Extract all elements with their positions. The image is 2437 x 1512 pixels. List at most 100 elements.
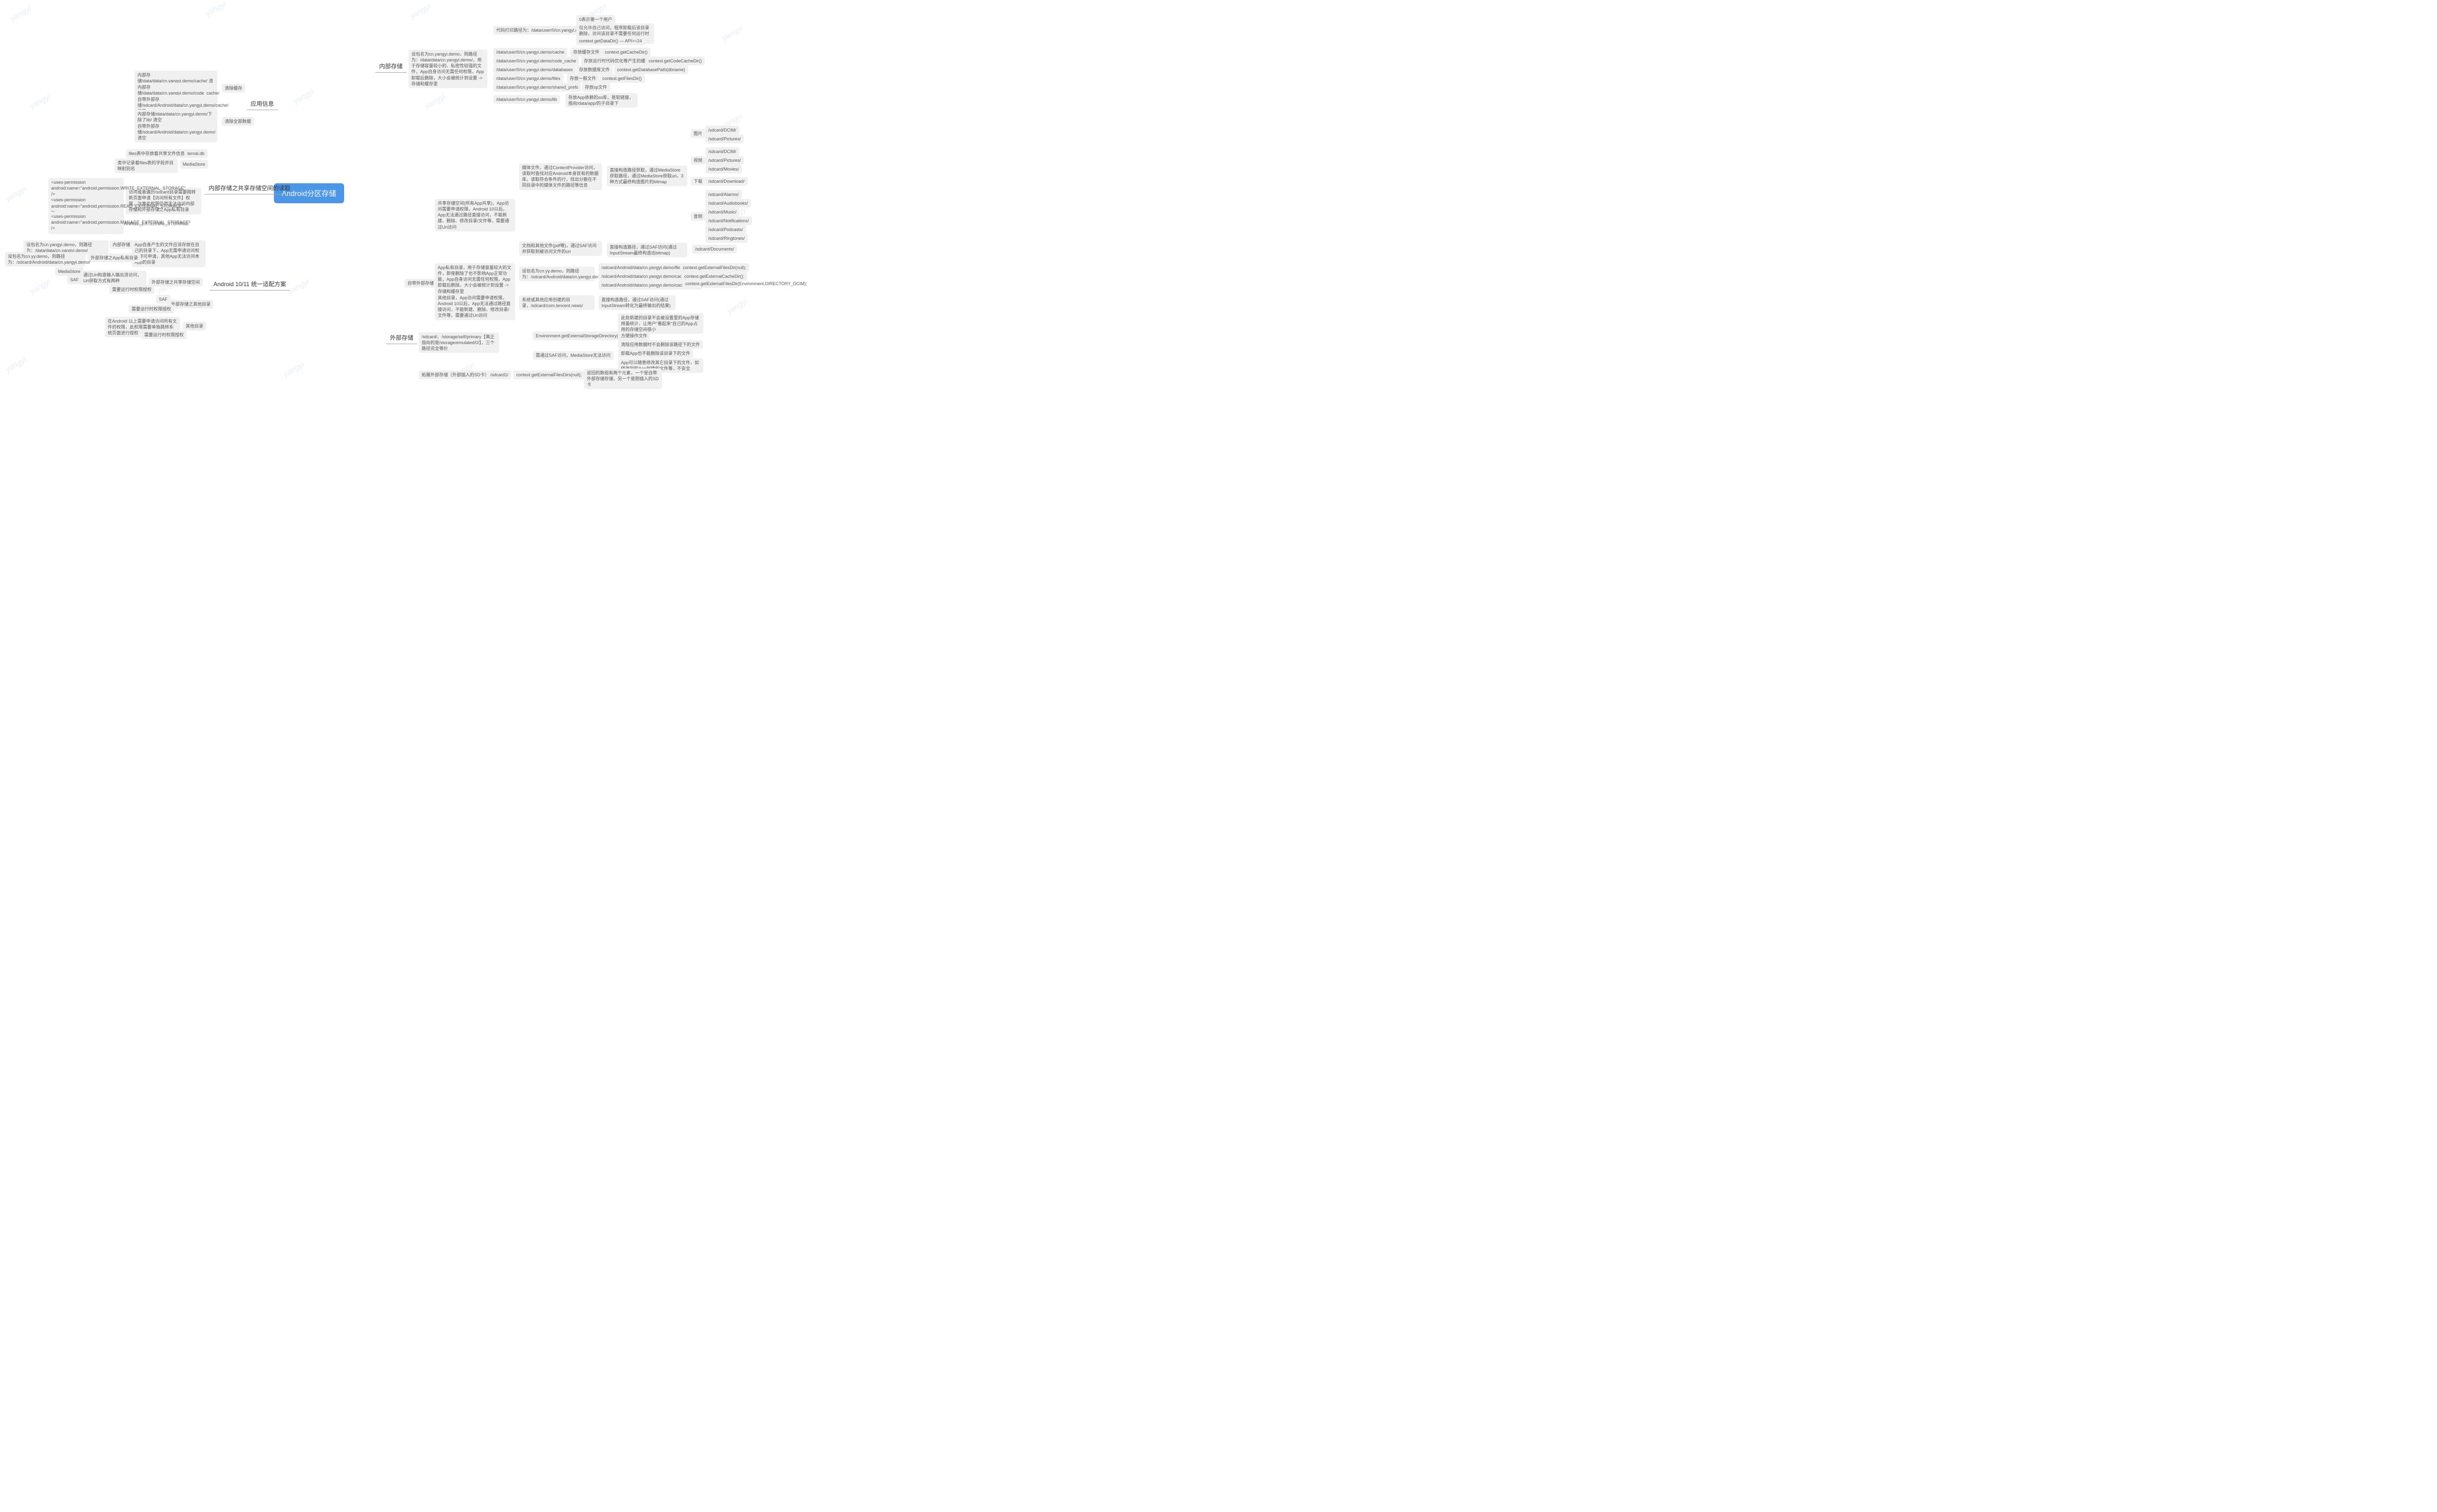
leaf: /sdcard/DCIM/	[705, 126, 739, 135]
leaf: App私有目录，用于存储容量较大的文件，即使删除了也不影响App正常功能，App…	[435, 263, 515, 296]
leaf: 方便操作文件	[618, 331, 650, 340]
leaf: 通过Uri构造输入输出流访问，Uri获取方式有两种	[80, 271, 146, 285]
branch-external[interactable]: 外部存储	[386, 331, 417, 344]
edge-layer	[0, 0, 146, 73]
leaf: /data/user/0/cn.yangyi.demo/files	[493, 74, 563, 83]
leaf: 媒体文件，通过ContentProvider访问，读取时查找对应Android本…	[519, 163, 602, 190]
leaf: context.getExternalFilesDir(Environment.…	[682, 279, 738, 288]
leaf: /sdcard/Notifications/	[705, 216, 752, 225]
leaf: /data/user/0/cn.yangyi.demo/code_cache	[493, 57, 579, 65]
leaf: 设包名为cn.yy.demo，则路径为：/sdcard/Android/data…	[519, 267, 595, 281]
leaf: MediaStore	[55, 267, 83, 276]
leaf: 需要运行时权限授权	[109, 285, 155, 294]
leaf: 需要运行时权限授权	[141, 330, 187, 339]
leaf: /sdcard/Podcasts/	[705, 225, 746, 234]
leaf: 需要运行时权限授权	[129, 305, 174, 313]
leaf: 存放一般文件	[567, 74, 599, 83]
leaf: /sdcard/Alarms/	[705, 190, 742, 199]
watermark: yangyi	[29, 93, 53, 112]
watermark: yangyi	[282, 361, 306, 380]
leaf: App自身产生的文件应该存放在自己的目录下，App无需申请访问权限即可申请，其他…	[132, 240, 206, 267]
leaf: 存放运行时代码优化等产生的缓存	[581, 57, 653, 65]
leaf: 访问或者遍历/sdcard目录需要跳转新页面申请【访问所有文件】权限，注意此权限…	[126, 188, 201, 214]
leaf: /data/user/0/cn.yangyi.demo/shared_prefs	[493, 83, 581, 92]
leaf: <uses-permission android:name="android.p…	[48, 212, 124, 233]
leaf: 直接构造路径获取，通过MediaStore获取路径，通过MediaStore获取…	[607, 166, 687, 186]
watermark: yangyi	[204, 0, 228, 19]
leaf: 自带外部存储/sdcard/Android/data/cn.yangyi.dem…	[135, 122, 217, 142]
leaf: Environment.getExternalStorageDirectory(…	[533, 331, 622, 340]
leaf: /sdcard/Ringtones/	[705, 234, 748, 243]
leaf: context.getDataDir() — API>=24	[576, 37, 645, 45]
watermark: yangyi	[292, 88, 316, 107]
leaf: /sdcard/Audiobooks/	[705, 199, 751, 208]
leaf: 直接构造路径，通过SAF访问(通过InputStream转化为最终输出的结果)	[599, 295, 676, 310]
leaf: context.getCacheDir()	[602, 48, 651, 57]
leaf: context.getFilesDir()	[600, 74, 645, 83]
leaf: 外部存储之App私有目录	[88, 253, 141, 262]
leaf: /data/user/0/cn.yangyi.demo/lib	[493, 95, 560, 104]
leaf: /data/user/0/cn.yangyi.demo/databases	[493, 65, 576, 74]
watermark: yangyi	[287, 278, 311, 297]
leaf: context.getDatabasePath(dbname)	[614, 65, 688, 74]
leaf: 其他目录	[183, 322, 206, 330]
leaf: 存放sp文件	[582, 83, 610, 92]
watermark: yangyi	[29, 278, 53, 297]
leaf: 其他目录，App访问需要申请权限，Android 10以后，App无法通过路径直…	[435, 293, 515, 320]
leaf: /sdcard/DCIM/	[705, 147, 739, 156]
watermark: yangyi	[721, 24, 745, 43]
leaf: 内部存储	[110, 240, 133, 249]
branch-adapt[interactable]: Android 10/11 统一适配方案	[210, 278, 290, 291]
leaf: SAF	[67, 275, 82, 284]
node-clear-cache[interactable]: 清除缓存	[222, 84, 245, 93]
leaf: /sdcard/Pictures/	[705, 135, 744, 143]
leaf: 清除应用数据时不会删除该路径下的文件	[618, 340, 703, 349]
branch-shared-read[interactable]: 内部存储之共享存储空间的读取	[205, 182, 294, 194]
leaf: 共享存储空间(所有App共享)，App访问需要申请权限，Android 10以后…	[435, 199, 515, 232]
leaf: 系统或其他应用创建的目录，/sdcard/com.tencent.news/	[519, 295, 595, 310]
leaf: 存放数据库文件	[576, 65, 613, 74]
leaf: /sdcard1/	[487, 370, 511, 379]
leaf: MediaStore	[180, 160, 208, 169]
watermark: yangyi	[726, 297, 750, 316]
leaf: 卸载App也不能删除该目录下的文件	[618, 349, 693, 358]
leaf: 外部存储之其他目录	[168, 300, 213, 309]
leaf: 需通过SAF访问，MediaStore无法访问	[533, 351, 614, 360]
watermark: yangyi	[4, 185, 28, 204]
leaf: 直接构造路径，通过SAF访问(通过InputStream最终构造出bitmap)	[607, 243, 687, 257]
leaf: context.getExternalFilesDir(null);	[680, 263, 749, 272]
leaf: /sdcard/Pictures/	[705, 156, 744, 165]
leaf: /data/user/0/cn.yangyi.demo/cache	[493, 48, 567, 57]
leaf: 返回的数组有两个元素，一个是自带外部存储存储，另一个是刚插入的SD卡	[584, 368, 662, 389]
leaf: files表中存放着共享文件信息	[126, 149, 188, 158]
leaf: 类中记录着files表的字段并目映射别名	[115, 158, 178, 173]
leaf: 视频	[691, 156, 705, 165]
watermark: yangyi	[9, 5, 33, 24]
leaf: 文档和其他文件(pdf等)，通过SAF访问并获取到被访问文件的uri	[519, 241, 602, 256]
leaf: 存放App依赖的so库，是软链接，指向/data/app/的子目录下	[565, 93, 638, 108]
leaf: /sdcard/Android/data/cn.yangyi.demo/file…	[599, 263, 686, 272]
leaf: 拓展外部存储（外部插入的SD卡）	[419, 370, 492, 379]
leaf: /sdcard/Movies/	[705, 165, 742, 174]
leaf: /sdcard/Music/	[705, 208, 739, 216]
leaf: 存放缓存文件	[570, 48, 602, 57]
leaf: /sdcard/、/storage/self/primary【真正指向的是/st…	[419, 332, 499, 353]
leaf: context.getCodeCacheDir()	[646, 57, 705, 65]
watermark: yangyi	[4, 356, 28, 375]
leaf: context.getExternalFilesDirs(null);	[513, 370, 585, 379]
node-builtin-ext[interactable]: 自带外部存储	[405, 279, 437, 288]
leaf: /sdcard/Android/data/cn.yangyi.demo/cach…	[599, 272, 690, 281]
leaf: /sdcard/Download/	[705, 177, 748, 186]
leaf: 设包名为cn.yangyi.demo，则路径为：/data/data/cn.ya…	[408, 50, 487, 88]
leaf: SAF	[156, 295, 171, 304]
branch-internal[interactable]: 内部存储	[375, 60, 406, 73]
leaf: 设包名为cn.yy.demo，则路径为：/sdcard/Android/data…	[5, 252, 85, 267]
leaf: 外部存储之共享存储空间	[149, 278, 203, 287]
leaf: 下载	[691, 177, 705, 186]
leaf: 图片	[691, 129, 705, 138]
leaf: 0表示第一个用户	[576, 15, 615, 24]
branch-app-info[interactable]: 应用信息	[247, 97, 278, 110]
watermark: yangyi	[424, 93, 447, 112]
node-clear-all[interactable]: 清除全部数据	[222, 117, 254, 126]
watermark: yangyi	[409, 2, 433, 21]
